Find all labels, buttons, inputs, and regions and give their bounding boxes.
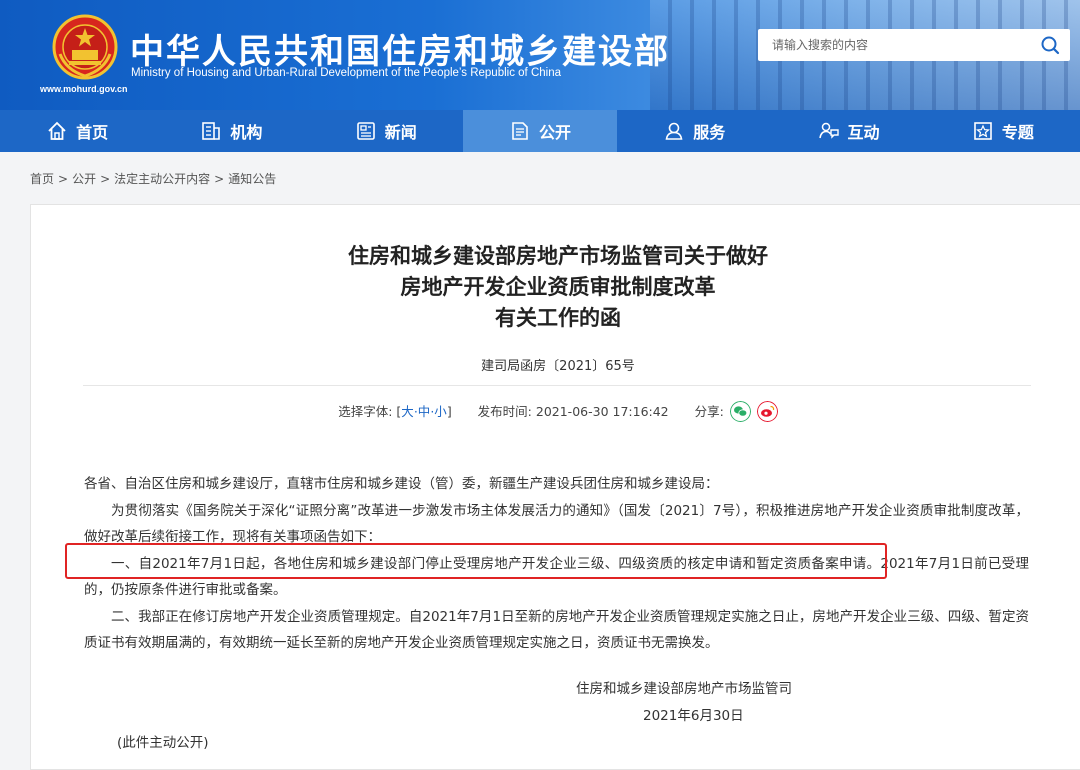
publish-time: 2021-06-30 17:16:42 xyxy=(535,404,669,419)
chat-icon xyxy=(818,122,839,139)
article-panel: 住房和城乡建设部房地产市场监管司关于做好 房地产开发企业资质审批制度改革 有关工… xyxy=(30,204,1080,770)
nav-item-service[interactable]: 服务 xyxy=(617,110,771,152)
topic-icon xyxy=(974,122,992,140)
sign-date: 2021年6月30日 xyxy=(643,708,744,724)
font-size-label: 选择字体: xyxy=(338,404,393,419)
nav-label: 首页 xyxy=(76,123,109,142)
breadcrumb-public[interactable]: 公开 xyxy=(72,172,96,186)
title-line: 房地产开发企业资质审批制度改革 xyxy=(400,275,716,299)
site-header: www.mohurd.gov.cn 中华人民共和国住房和城乡建设部 Minist… xyxy=(0,0,1080,110)
article-meta: 选择字体: [大·中·小] 发布时间: 2021-06-30 17:16:42 … xyxy=(31,401,1080,423)
article-title: 住房和城乡建设部房地产市场监管司关于做好 房地产开发企业资质审批制度改革 有关工… xyxy=(31,241,1080,334)
breadcrumb-statutory[interactable]: 法定主动公开内容 xyxy=(114,172,210,186)
divider xyxy=(83,385,1031,386)
search-box xyxy=(758,29,1070,61)
paragraph: 为贯彻落实《国务院关于深化“证照分离”改革进一步激发市场主体发展活力的通知》（国… xyxy=(84,502,1029,546)
nav-item-news[interactable]: 新闻 xyxy=(309,110,463,152)
breadcrumb-separator: > xyxy=(58,172,69,186)
breadcrumb-home[interactable]: 首页 xyxy=(30,172,54,186)
weibo-share-icon[interactable] xyxy=(756,401,778,422)
title-line: 有关工作的函 xyxy=(495,306,621,330)
nav-item-public[interactable]: 公开 xyxy=(462,110,618,152)
nav-label: 机构 xyxy=(230,123,263,142)
main-nav: 首页 机构 新闻 公开 服务 互动 专题 xyxy=(0,110,1080,152)
search-button[interactable] xyxy=(1036,33,1064,57)
search-input[interactable] xyxy=(758,29,1028,61)
share-label: 分享: xyxy=(694,404,724,419)
breadcrumb: 首页 > 公开 > 法定主动公开内容 > 通知公告 xyxy=(30,170,276,187)
nav-item-topics[interactable]: 专题 xyxy=(926,110,1080,152)
nav-label: 互动 xyxy=(847,123,880,142)
site-url: www.mohurd.gov.cn xyxy=(40,84,128,94)
article-body: 各省、自治区住房和城乡建设厅，直辖市住房和城乡建设（管）委，新疆生产建设兵团住房… xyxy=(84,471,1029,657)
document-icon xyxy=(512,122,528,140)
publish-label: 发布时间: xyxy=(477,404,532,419)
salutation: 各省、自治区住房和城乡建设厅，直辖市住房和城乡建设（管）委，新疆生产建设兵团住房… xyxy=(84,476,719,492)
public-note: (此件主动公开) xyxy=(117,735,209,751)
wechat-share-icon[interactable] xyxy=(729,401,751,422)
nav-label: 新闻 xyxy=(384,123,417,142)
bracket: ] xyxy=(446,404,452,419)
news-icon xyxy=(356,122,375,140)
title-line: 住房和城乡建设部房地产市场监管司关于做好 xyxy=(348,244,768,268)
font-medium-button[interactable]: 中 xyxy=(418,404,431,419)
paragraph: 二、我部正在修订房地产开发企业资质管理规定。自2021年7月1日至新的房地产开发… xyxy=(84,608,1029,652)
nav-item-organization[interactable]: 机构 xyxy=(154,110,308,152)
signature: 住房和城乡建设部房地产市场监管司 xyxy=(576,681,792,697)
nav-item-interaction[interactable]: 互动 xyxy=(771,110,925,152)
nav-label: 公开 xyxy=(538,123,571,142)
search-icon xyxy=(1041,36,1060,55)
font-small-button[interactable]: 小 xyxy=(434,404,447,419)
paragraph-highlighted: 一、自2021年7月1日起，各地住房和城乡建设部门停止受理房地产开发企业三级、四… xyxy=(84,555,1029,599)
nav-label: 服务 xyxy=(693,123,726,142)
building-icon xyxy=(202,122,221,140)
font-large-button[interactable]: 大 xyxy=(401,404,414,419)
breadcrumb-separator: > xyxy=(214,172,225,186)
site-subtitle: Ministry of Housing and Urban-Rural Deve… xyxy=(131,67,561,79)
breadcrumb-notices[interactable]: 通知公告 xyxy=(228,172,276,186)
home-icon xyxy=(48,121,66,140)
nav-label: 专题 xyxy=(1001,123,1034,142)
service-icon xyxy=(665,122,683,140)
document-number: 建司局函房〔2021〕65号 xyxy=(481,359,635,374)
breadcrumb-separator: > xyxy=(100,172,111,186)
national-emblem-icon[interactable] xyxy=(52,14,118,80)
nav-item-home[interactable]: 首页 xyxy=(0,110,154,152)
site-title[interactable]: 中华人民共和国住房和城乡建设部 xyxy=(130,24,670,73)
